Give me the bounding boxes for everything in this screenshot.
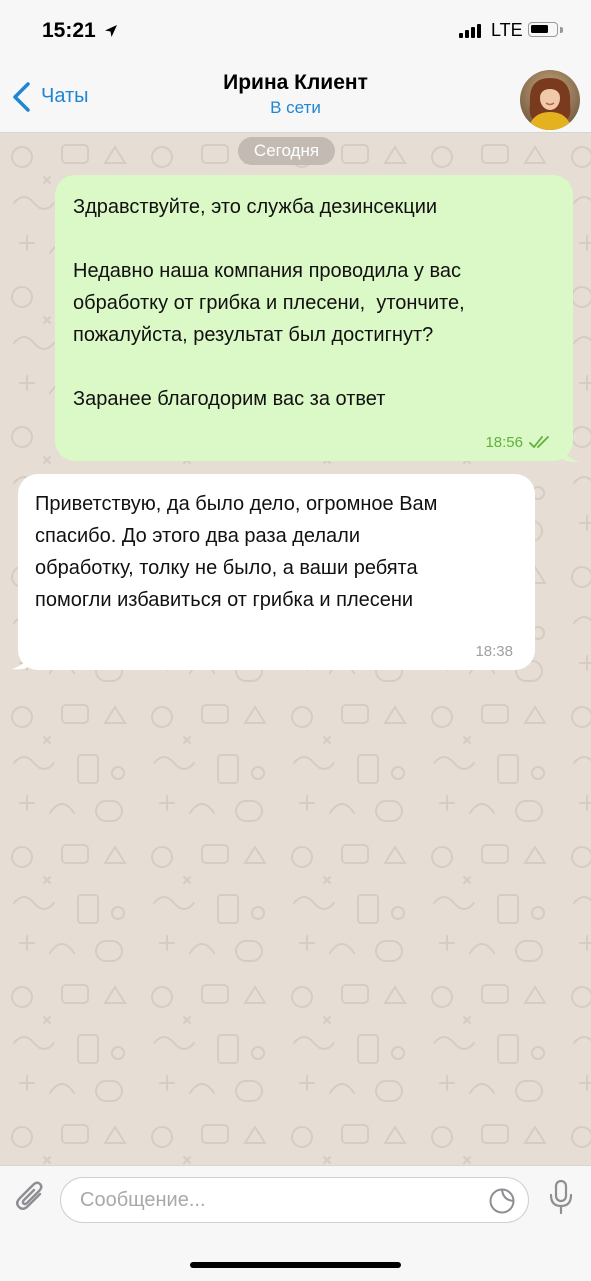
message-line: обработку от грибка и плесени, утончите,: [73, 292, 465, 314]
date-separator: Сегодня: [238, 137, 335, 165]
chevron-left-icon: [13, 82, 30, 112]
message-line: спасибо. До этого два раза делали: [35, 525, 361, 547]
avatar-image: [520, 70, 580, 130]
message-text: Приветствую, да было дело, огромное Вам …: [35, 488, 525, 616]
chat-header: Чаты Ирина Клиент В сети: [0, 62, 591, 133]
signal-icon: [459, 24, 485, 38]
location-arrow-icon: [105, 25, 117, 37]
avatar[interactable]: [520, 70, 580, 130]
message-line: помогли избавиться от грибка и плесени: [35, 589, 414, 611]
contact-info[interactable]: Ирина Клиент В сети: [150, 71, 441, 118]
network-label: LTE: [491, 20, 523, 40]
message-line: Недавно наша компания проводила у вас: [73, 260, 461, 282]
home-indicator[interactable]: [190, 1262, 401, 1268]
read-checkmarks-icon: [529, 436, 549, 449]
battery-cap: [560, 27, 563, 33]
microphone-icon[interactable]: [548, 1179, 574, 1215]
chat-area[interactable]: Сегодня Здравствуйте, это служба дезинсе…: [0, 133, 591, 1165]
message-line: [73, 351, 563, 383]
sticker-icon[interactable]: [488, 1187, 516, 1215]
outgoing-message[interactable]: Здравствуйте, это служба дезинсекции Нед…: [55, 175, 573, 461]
contact-status: В сети: [270, 98, 321, 117]
message-line: Здравствуйте, это служба дезинсекции: [73, 196, 438, 218]
message-line: Заранее благодорим вас за ответ: [73, 388, 386, 410]
message-placeholder: Сообщение...: [80, 1189, 206, 1211]
incoming-message[interactable]: Приветствую, да было дело, огромное Вам …: [18, 474, 535, 670]
message-input[interactable]: Сообщение...: [60, 1177, 529, 1223]
paperclip-icon[interactable]: [14, 1180, 48, 1216]
message-line: обработку, толку не было, а ваши ребята: [35, 557, 418, 579]
status-bar: 15:21 LTE: [0, 0, 591, 62]
message-time: 18:56: [485, 434, 523, 451]
message-line: Приветствую, да было дело, огромное Вам: [35, 493, 438, 515]
back-label: Чаты: [41, 85, 89, 107]
message-text: Здравствуйте, это служба дезинсекции Нед…: [73, 191, 563, 415]
message-composer: Сообщение...: [0, 1165, 591, 1281]
message-time: 18:38: [475, 643, 513, 660]
back-button[interactable]: Чаты: [10, 79, 120, 115]
battery-icon: [528, 22, 558, 37]
contact-name: Ирина Клиент: [223, 71, 368, 94]
status-time: 15:21: [42, 19, 96, 42]
message-line: [73, 223, 563, 255]
message-line: пожалуйста, результат был достигнут?: [73, 324, 434, 346]
